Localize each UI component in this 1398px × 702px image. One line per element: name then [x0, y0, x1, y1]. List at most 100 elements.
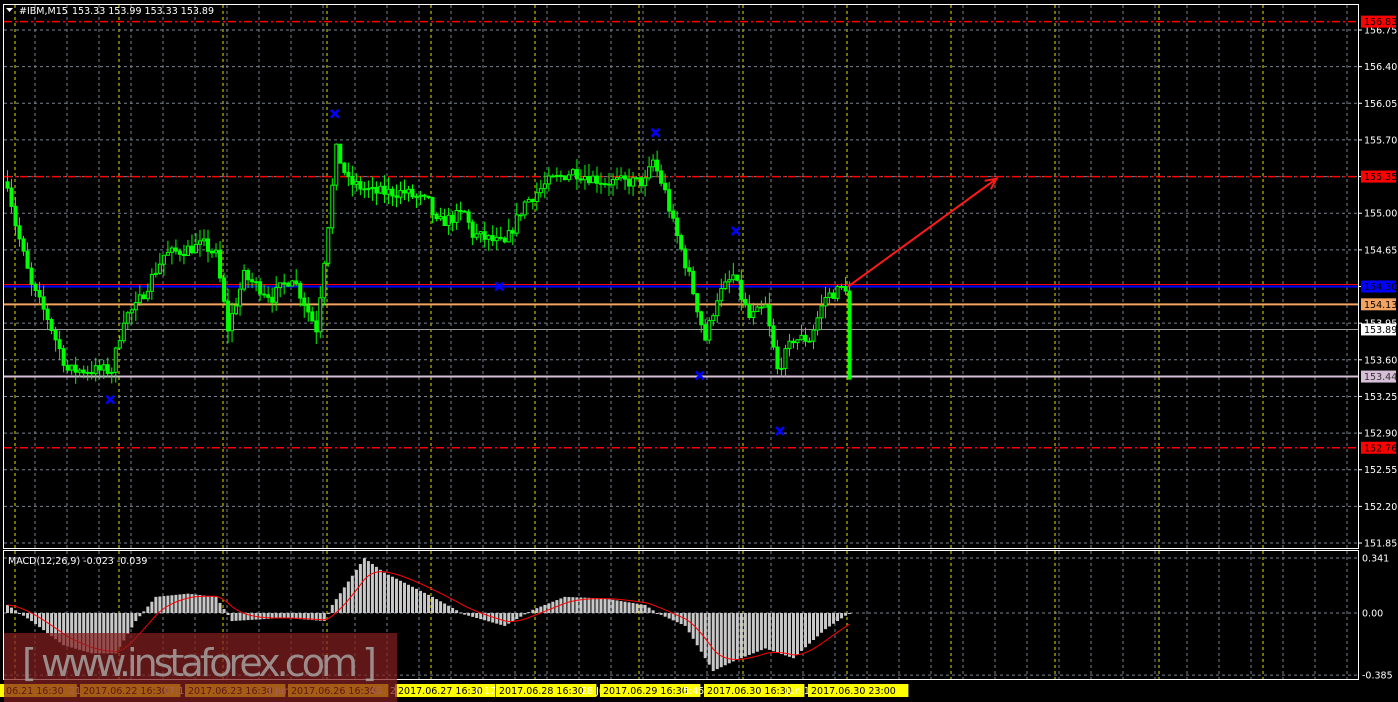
symbol-timeframe: #IBM,M15	[19, 6, 68, 17]
macd-bar	[258, 613, 262, 620]
candle-body	[819, 305, 824, 319]
x-marker-icon	[105, 394, 116, 405]
macd-bar	[711, 613, 715, 672]
candle-body	[73, 364, 78, 373]
candle-body	[554, 174, 559, 177]
grid	[4, 5, 1358, 680]
macd-bar	[767, 613, 771, 650]
candle-body	[655, 159, 660, 172]
candle-body	[594, 175, 599, 184]
macd-bar	[6, 604, 9, 613]
macd-bar	[751, 613, 755, 654]
candle-body	[811, 329, 816, 342]
candle-body	[210, 250, 215, 254]
candle-body	[398, 190, 403, 198]
time-label: 2017.06.30 23:00	[811, 686, 896, 697]
price-tick-label: 156.40	[1364, 62, 1397, 73]
macd-bar	[435, 599, 439, 613]
candle-body	[546, 175, 551, 185]
macd-bar	[423, 592, 427, 613]
macd-bar	[222, 608, 226, 613]
price-tick-label: 155.00	[1364, 209, 1397, 220]
candle-body	[731, 274, 736, 281]
candle-body	[843, 286, 848, 292]
candle-body	[494, 236, 499, 242]
macd-bar	[639, 604, 643, 613]
price-chart[interactable]: 156.75156.40156.05155.70155.35155.00154.…	[0, 0, 1398, 702]
candle-body	[747, 304, 752, 318]
candle-body	[234, 305, 239, 315]
candle-body	[538, 188, 543, 194]
macd-bar	[431, 596, 435, 613]
macd-bar	[447, 605, 451, 613]
price-tick-label: 154.65	[1364, 245, 1397, 256]
macd-bar	[142, 611, 146, 613]
candle-body	[598, 182, 603, 185]
candle-body	[173, 247, 178, 252]
candle-body	[61, 348, 66, 366]
candle-body	[113, 347, 118, 373]
macd-bar	[791, 613, 795, 659]
macd-bar	[166, 595, 170, 613]
candle-body	[442, 216, 447, 227]
candle-body	[310, 311, 315, 322]
candle-body	[274, 287, 279, 303]
macd-bar	[214, 596, 218, 613]
candle-body	[410, 188, 415, 198]
macd-bar	[747, 613, 751, 655]
candle-body	[671, 210, 676, 219]
candle-body	[149, 274, 154, 292]
candle-body	[185, 245, 190, 256]
candle-body	[77, 369, 82, 373]
level-label: 152.76	[1364, 443, 1397, 454]
candle-body	[771, 325, 776, 348]
price-axis: 156.75156.40156.05155.70155.35155.00154.…	[1358, 15, 1397, 682]
macd-bar	[262, 613, 266, 620]
macd-bar	[507, 613, 511, 624]
candle-body	[711, 315, 716, 322]
macd-bar	[808, 613, 811, 644]
level-label: 154.13	[1364, 300, 1397, 311]
candle-body	[430, 196, 435, 216]
macd-bar	[487, 613, 491, 622]
candle-body	[562, 175, 567, 181]
candle-body	[438, 216, 443, 220]
macd-bar	[563, 596, 567, 613]
candle-body	[129, 309, 134, 314]
candle-body	[695, 293, 700, 313]
candle-body	[97, 365, 102, 371]
macd-bar	[126, 613, 130, 634]
macd-bar	[799, 613, 803, 651]
macd-bar	[346, 581, 350, 613]
macd-bar	[463, 613, 467, 615]
macd-bar	[402, 582, 406, 613]
menu-triangle-icon[interactable]	[6, 8, 13, 12]
macd-bar	[390, 576, 394, 613]
macd-bar	[515, 613, 519, 619]
macd-bar	[663, 613, 667, 617]
macd-bar	[519, 613, 523, 617]
candle-body	[807, 340, 812, 343]
candle-body	[815, 317, 820, 331]
macd-bar	[342, 587, 346, 613]
candle-body	[109, 371, 114, 374]
candle-body	[558, 174, 563, 177]
candle-body	[831, 292, 836, 299]
candle-body	[222, 277, 227, 302]
macd-tick-label: 0.00	[1362, 609, 1383, 620]
candle-body	[294, 280, 299, 284]
forecast-arrow-line	[847, 177, 998, 288]
macd-bar	[182, 594, 186, 613]
candle-body	[201, 238, 206, 242]
macd-bar	[571, 597, 575, 613]
x-marker-icon	[775, 426, 785, 436]
macd-bar	[775, 613, 779, 653]
candle-body	[727, 279, 732, 283]
macd-bar	[727, 613, 731, 664]
macd-bar	[134, 613, 138, 622]
macd-bar	[583, 597, 587, 613]
macd-bar	[783, 613, 787, 656]
candle-body	[226, 300, 231, 332]
candle-body	[775, 346, 780, 370]
macd-bar	[226, 613, 230, 616]
